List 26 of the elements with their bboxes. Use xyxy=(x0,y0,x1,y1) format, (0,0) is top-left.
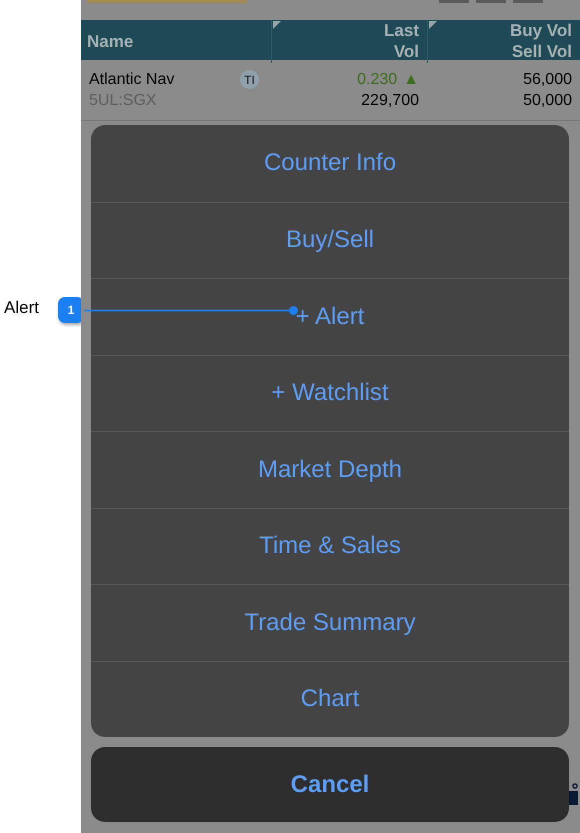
sort-corner-icon xyxy=(273,21,281,29)
menu-item[interactable]: Trade Summary xyxy=(91,584,569,660)
menu-item[interactable]: Time & Sales xyxy=(91,508,569,584)
tag-badge: TI xyxy=(240,70,259,89)
column-header[interactable]: Last xyxy=(384,20,419,42)
callout-label: Alert xyxy=(4,298,39,318)
column-header[interactable]: Sell Vol xyxy=(512,41,572,62)
column-header[interactable]: Buy Vol xyxy=(510,20,572,42)
column-header[interactable]: Name xyxy=(87,30,263,52)
volume: 229,700 xyxy=(361,92,419,110)
buy-volume: 56,000 xyxy=(523,70,572,88)
toolbar-tab[interactable] xyxy=(476,0,506,3)
menu-item[interactable]: + Watchlist xyxy=(91,354,569,431)
trend-icon: ▲ xyxy=(403,70,419,88)
menu-item[interactable]: Chart xyxy=(91,660,569,737)
menu-item[interactable]: Buy/Sell xyxy=(91,202,569,278)
toolbar-tab[interactable] xyxy=(513,0,543,3)
sell-volume: 50,000 xyxy=(523,92,572,110)
sort-corner-icon xyxy=(429,21,437,29)
toolbar-tab[interactable] xyxy=(439,0,469,3)
menu-item[interactable]: Market Depth xyxy=(91,431,569,508)
column-header[interactable]: Vol xyxy=(394,41,419,62)
menu-item[interactable]: Counter Info xyxy=(91,125,569,202)
cancel-button[interactable]: Cancel xyxy=(91,747,569,822)
stock-name: Atlantic Nav xyxy=(89,70,174,88)
last-price: 0.230 xyxy=(357,70,398,88)
